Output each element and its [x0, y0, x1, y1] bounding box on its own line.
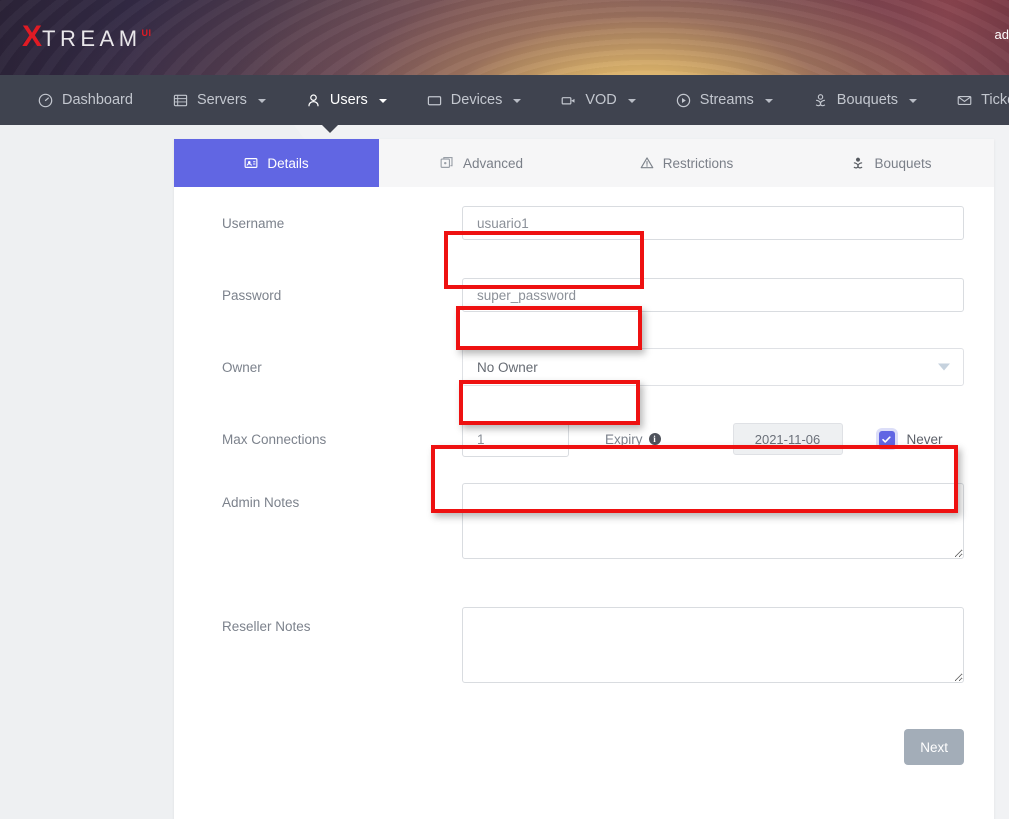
server-icon: [173, 93, 188, 108]
username-input[interactable]: [462, 206, 964, 240]
page-body: Details Advanced Restrictions Bouquets: [0, 125, 1009, 819]
nav-label-dashboard: Dashboard: [62, 92, 133, 108]
label-admin-notes: Admin Notes: [222, 483, 462, 510]
admin-notes-textarea[interactable]: [462, 483, 964, 559]
label-max-connections: Max Connections: [222, 432, 462, 447]
tab-restrictions[interactable]: Restrictions: [584, 139, 789, 187]
label-username: Username: [222, 216, 462, 231]
nav-label-servers: Servers: [197, 92, 247, 108]
checkbox-checked-box: [879, 431, 895, 447]
nav-label-devices: Devices: [451, 92, 503, 108]
never-label: Never: [907, 432, 943, 447]
logo-superscript: UI: [142, 28, 152, 38]
nav-item-devices[interactable]: Devices: [407, 75, 542, 125]
reseller-notes-textarea[interactable]: [462, 607, 964, 683]
tab-label-restrictions: Restrictions: [663, 156, 734, 171]
app-logo[interactable]: X TREAM UI: [22, 22, 152, 52]
play-circle-icon: [676, 93, 691, 108]
form-tabs: Details Advanced Restrictions Bouquets: [174, 139, 994, 187]
row-max-connections: Max Connections Expiry i 2021-11-06: [174, 403, 994, 475]
envelope-icon: [957, 93, 972, 108]
video-icon: [561, 93, 576, 108]
tab-details[interactable]: Details: [174, 139, 379, 187]
nav-item-streams[interactable]: Streams: [656, 75, 793, 125]
account-menu[interactable]: ad: [995, 27, 1009, 42]
nav-label-vod: VOD: [585, 92, 616, 108]
chevron-down-icon: [909, 99, 917, 103]
label-reseller-notes: Reseller Notes: [222, 607, 462, 634]
never-checkbox[interactable]: [876, 428, 898, 450]
chevron-down-icon: [379, 99, 387, 103]
info-icon[interactable]: i: [649, 433, 661, 445]
header-banner: X TREAM UI ad: [0, 0, 1009, 75]
next-button[interactable]: Next: [904, 729, 964, 765]
user-form-card: Details Advanced Restrictions Bouquets: [174, 139, 994, 819]
nav-item-tickets[interactable]: Tickets: [937, 75, 1009, 125]
id-card-icon: [244, 156, 258, 170]
chevron-down-icon: [628, 99, 636, 103]
bouquet-icon: [851, 156, 865, 170]
form-actions: Next: [174, 729, 994, 765]
tab-advanced[interactable]: Advanced: [379, 139, 584, 187]
expiry-label-group: Expiry i: [605, 432, 661, 447]
main-navigation: Dashboard Servers Users Devices VOD Stre: [0, 75, 1009, 125]
account-name: ad: [995, 27, 1009, 42]
nav-label-streams: Streams: [700, 92, 754, 108]
logo-wordmark: TREAM: [42, 28, 142, 50]
bouquet-icon: [813, 93, 828, 108]
active-nav-pointer: [322, 125, 338, 133]
dashboard-icon: [38, 93, 53, 108]
row-owner: Owner No Owner: [174, 331, 994, 403]
row-admin-notes: Admin Notes: [174, 475, 994, 585]
device-icon: [427, 93, 442, 108]
user-icon: [306, 93, 321, 108]
max-connections-group: Expiry i 2021-11-06 Never: [462, 421, 964, 457]
warning-triangle-icon: [640, 156, 654, 170]
row-password: Password: [174, 259, 994, 331]
tab-bouquets[interactable]: Bouquets: [789, 139, 994, 187]
label-owner: Owner: [222, 360, 462, 375]
chevron-down-icon: [938, 364, 950, 371]
password-input[interactable]: [462, 278, 964, 312]
logo-x-mark: X: [22, 22, 42, 52]
expiry-date-field[interactable]: 2021-11-06: [733, 423, 843, 455]
details-form: Username Password Owner No Owner: [174, 187, 994, 765]
chevron-down-icon: [765, 99, 773, 103]
tab-label-advanced: Advanced: [463, 156, 523, 171]
chevron-down-icon: [258, 99, 266, 103]
tab-label-bouquets: Bouquets: [874, 156, 931, 171]
sliders-icon: [440, 156, 454, 170]
owner-select-value: No Owner: [462, 348, 964, 386]
nav-label-tickets: Tickets: [981, 92, 1009, 108]
nav-item-bouquets[interactable]: Bouquets: [793, 75, 937, 125]
expiry-label: Expiry: [605, 432, 643, 447]
nav-item-users[interactable]: Users: [286, 75, 407, 125]
never-checkbox-group[interactable]: Never: [876, 428, 943, 450]
label-password: Password: [222, 288, 462, 303]
tab-label-details: Details: [267, 156, 308, 171]
max-connections-input[interactable]: [462, 421, 569, 457]
row-reseller-notes: Reseller Notes: [174, 585, 994, 703]
row-username: Username: [174, 187, 994, 259]
nav-label-bouquets: Bouquets: [837, 92, 898, 108]
nav-item-vod[interactable]: VOD: [541, 75, 655, 125]
owner-select[interactable]: No Owner: [462, 348, 964, 386]
nav-label-users: Users: [330, 92, 368, 108]
nav-item-servers[interactable]: Servers: [153, 75, 286, 125]
chevron-down-icon: [513, 99, 521, 103]
nav-item-dashboard[interactable]: Dashboard: [18, 75, 153, 125]
